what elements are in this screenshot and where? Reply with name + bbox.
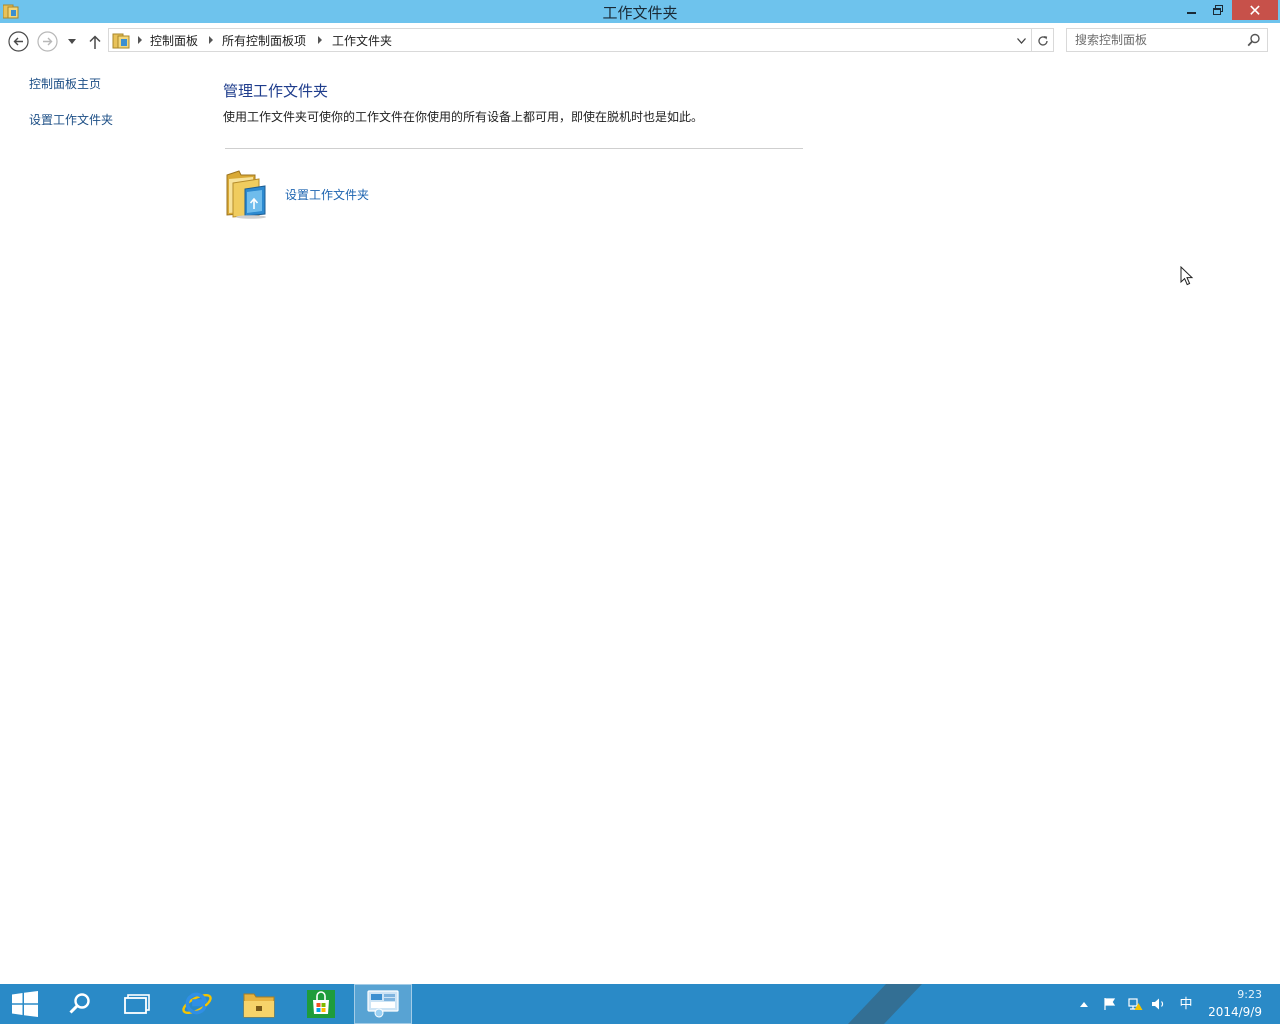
sidebar-item-control-panel-home[interactable]: 控制面板主页 (29, 75, 101, 92)
flag-icon (1104, 998, 1116, 1010)
restore-button[interactable] (1205, 0, 1231, 20)
taskbar-search-button[interactable] (56, 984, 104, 1024)
search-icon[interactable] (1247, 33, 1261, 47)
input-language-button[interactable]: 中 (1177, 994, 1195, 1012)
file-explorer-icon (243, 993, 275, 1018)
volume-button[interactable] (1151, 996, 1167, 1012)
forward-button[interactable] (37, 31, 58, 52)
show-hidden-icons-button[interactable] (1078, 996, 1090, 1012)
recent-locations-button[interactable] (64, 34, 80, 48)
address-bar[interactable]: 控制面板 所有控制面板项 工作文件夹 (108, 28, 1054, 52)
breadcrumb-all-items[interactable]: 所有控制面板项 (222, 32, 306, 49)
address-divider (1031, 29, 1032, 51)
mouse-cursor-icon (1180, 266, 1194, 286)
refresh-button[interactable] (1034, 32, 1052, 49)
minimize-button[interactable] (1178, 0, 1205, 20)
chevron-down-icon (68, 38, 76, 44)
section-divider (225, 148, 803, 149)
breadcrumb-control-panel[interactable]: 控制面板 (150, 32, 198, 49)
network-button[interactable] (1127, 996, 1143, 1012)
back-button[interactable] (8, 31, 29, 52)
start-button[interactable] (0, 984, 50, 1024)
clock-date[interactable]: 2014/9/9 (1196, 1005, 1262, 1019)
taskbar-decoration (848, 984, 922, 1024)
address-history-button[interactable] (1014, 33, 1028, 48)
forward-arrow-icon (37, 31, 58, 52)
page-description: 使用工作文件夹可使你的工作文件在你使用的所有设备上都可用，即使在脱机时也是如此。 (223, 110, 704, 124)
minimize-icon (1186, 12, 1196, 14)
setup-work-folders-link[interactable]: 设置工作文件夹 (285, 186, 369, 203)
close-button[interactable]: ✕ (1232, 0, 1278, 20)
internet-explorer-button[interactable] (172, 984, 222, 1024)
speaker-icon (1152, 998, 1164, 1010)
restore-icon (1213, 5, 1223, 15)
control-panel-icon (112, 33, 130, 49)
page-title: 管理工作文件夹 (223, 82, 329, 100)
breadcrumb-separator-icon[interactable] (317, 36, 323, 44)
refresh-icon (1038, 35, 1048, 46)
breadcrumb-separator-icon[interactable] (208, 36, 214, 44)
control-panel-taskbar-button[interactable] (354, 984, 412, 1024)
control-panel-app-icon[interactable] (3, 4, 19, 19)
breadcrumb-work-folders[interactable]: 工作文件夹 (332, 32, 392, 49)
taskbar: 中 9:23 2014/9/9 (0, 984, 1280, 1024)
network-warning-icon (1128, 998, 1143, 1010)
breadcrumb-separator-icon[interactable] (137, 36, 143, 44)
task-view-button[interactable] (114, 984, 160, 1024)
chevron-down-icon (1016, 37, 1026, 44)
chevron-up-icon (1080, 1001, 1088, 1007)
file-explorer-button[interactable] (234, 984, 284, 1024)
search-icon (69, 993, 90, 1014)
window-title: 工作文件夹 (602, 4, 678, 22)
store-icon (307, 990, 335, 1018)
start-icon (12, 991, 38, 1017)
action-center-button[interactable] (1102, 996, 1118, 1012)
close-icon: ✕ (1248, 0, 1262, 20)
search-input[interactable] (1067, 29, 1239, 51)
back-arrow-icon (8, 31, 29, 52)
internet-explorer-icon (182, 992, 212, 1015)
up-arrow-icon (89, 34, 101, 49)
sidebar-item-setup-work-folders[interactable]: 设置工作文件夹 (29, 111, 113, 128)
control-panel-icon (367, 990, 399, 1018)
work-folders-icon[interactable] (225, 169, 271, 219)
task-view-icon (124, 994, 150, 1014)
title-bar[interactable]: 工作文件夹 ✕ (0, 0, 1280, 23)
clock-time[interactable]: 9:23 (1218, 988, 1262, 1001)
store-button[interactable] (296, 984, 346, 1024)
search-box[interactable] (1066, 28, 1268, 52)
navigation-bar: 控制面板 所有控制面板项 工作文件夹 (0, 23, 1280, 58)
up-button[interactable] (86, 32, 104, 51)
